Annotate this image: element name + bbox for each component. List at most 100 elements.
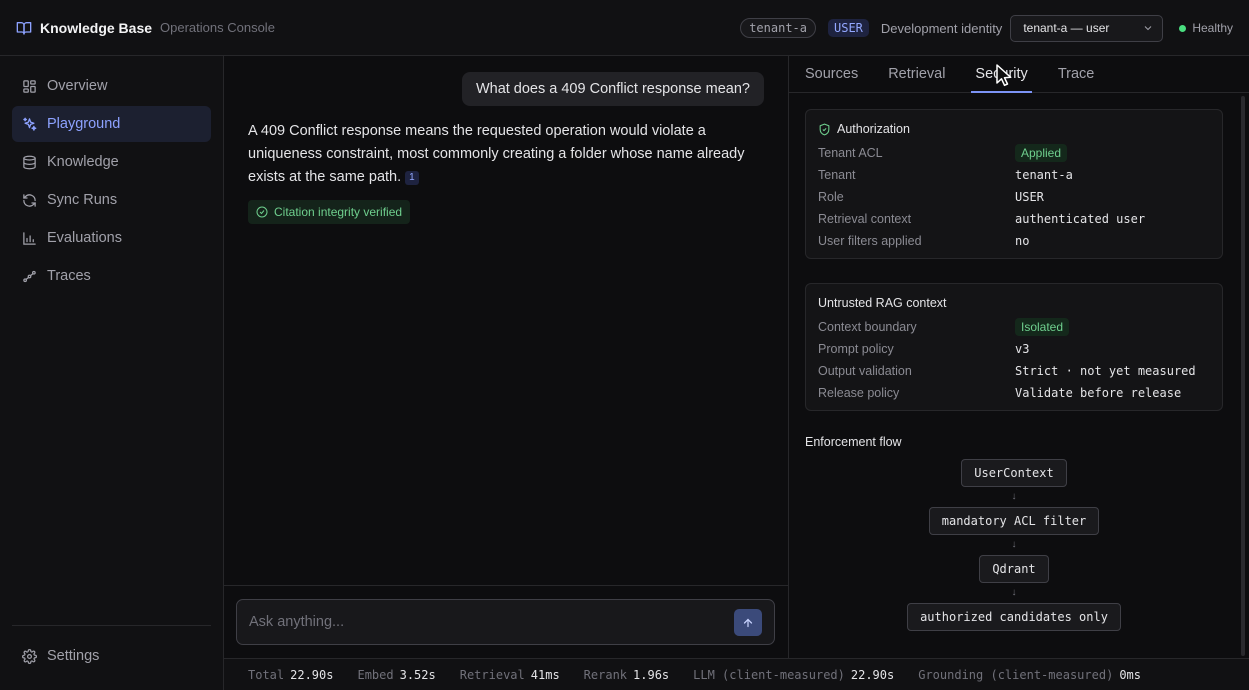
sidebar-item-label: Settings (47, 648, 100, 664)
bar-chart-icon (23, 231, 36, 245)
enforcement-flow-title: Enforcement flow (805, 435, 902, 449)
send-button[interactable] (734, 609, 762, 636)
sidebar: Overview Playground Knowledge Sync Runs … (0, 56, 224, 690)
identity-select-value: tenant-a — user (1023, 21, 1110, 35)
sidebar-item-overview[interactable]: Overview (12, 68, 211, 104)
row-key: User filters applied (818, 234, 922, 248)
chevron-down-icon (1144, 26, 1152, 31)
sidebar-item-label: Overview (47, 78, 108, 94)
citation-marker[interactable]: 1 (405, 171, 419, 185)
sidebar-item-sync-runs[interactable]: Sync Runs (12, 182, 211, 218)
user-message: What does a 409 Conflict response mean? (461, 72, 764, 106)
sidebar-item-evaluations[interactable]: Evaluations (12, 220, 211, 256)
card-title-text: Untrusted RAG context (818, 296, 947, 310)
metric-value: 3.52s (399, 667, 436, 682)
metric-label: Total (248, 667, 285, 682)
latency-metrics-bar: Total 22.90s Embed 3.52s Retrieval 41ms Rer… (224, 658, 1249, 690)
row-value: v3 (1015, 342, 1030, 356)
panel-scrollbar[interactable] (1241, 96, 1245, 656)
sidebar-item-label: Knowledge (47, 154, 119, 170)
row-value: Strict · not yet measured (1015, 364, 1196, 378)
rag-context-card: Untrusted RAG context Context boundary Is… (805, 283, 1223, 411)
rag-row-output-validation: Output validation Strict · not yet measur… (818, 360, 1210, 382)
grid-icon (23, 79, 36, 93)
arrow-up-icon (743, 618, 753, 627)
row-key: Role (818, 190, 844, 204)
refresh-icon (23, 193, 36, 207)
row-value: Validate before release (1015, 386, 1182, 400)
flow-node-user-context: UserContext (961, 459, 1067, 487)
row-key: Prompt policy (818, 342, 894, 356)
sidebar-item-settings[interactable]: Settings (12, 638, 211, 674)
sparkles-icon (23, 117, 37, 131)
auth-row-tenant-acl: Tenant ACL Applied (818, 142, 1210, 164)
chat-area: What does a 409 Conflict response mean? … (224, 56, 788, 658)
metric-value: 1.96s (633, 667, 670, 682)
row-key: Retrieval context (818, 212, 912, 226)
tab-retrieval[interactable]: Retrieval (888, 56, 945, 92)
row-key: Output validation (818, 364, 912, 378)
sidebar-nav: Overview Playground Knowledge Sync Runs … (0, 56, 223, 308)
rag-context-title: Untrusted RAG context (818, 296, 1210, 310)
sidebar-item-playground[interactable]: Playground (12, 106, 211, 142)
rag-row-prompt-policy: Prompt policy v3 (818, 338, 1210, 360)
gear-icon (22, 648, 37, 664)
metric-value: 22.90s (290, 667, 334, 682)
arrow-down-icon: ↓ (1011, 491, 1017, 502)
identity-label: Development identity (880, 20, 1003, 36)
composer (236, 599, 775, 645)
identity-select[interactable]: tenant-a — user (1010, 14, 1164, 42)
verified-label: Citation integrity verified (274, 205, 403, 219)
sidebar-item-label: Sync Runs (47, 192, 118, 208)
book-open-icon (16, 21, 32, 35)
shield-check-icon (819, 123, 830, 135)
arrow-down-icon: ↓ (1011, 539, 1017, 550)
enforcement-flow: UserContext ↓ mandatory ACL filter ↓ Qdr… (805, 459, 1223, 631)
metric-embed: Embed 3.52s (357, 668, 435, 682)
database-icon (23, 155, 36, 169)
tenant-pill: tenant-a (740, 18, 816, 38)
row-key: Context boundary (818, 320, 917, 334)
brand[interactable]: Knowledge Base Operations Console (16, 20, 275, 36)
metric-label: Grounding (client-measured) (918, 667, 1114, 682)
sidebar-item-knowledge[interactable]: Knowledge (12, 144, 211, 180)
metric-total: Total 22.90s (248, 668, 333, 682)
auth-row-user-filters: User filters applied no (818, 230, 1210, 252)
metric-label: Retrieval (459, 667, 525, 682)
auth-row-retrieval-context: Retrieval context authenticated user (818, 208, 1210, 230)
metric-label: LLM (client-measured) (693, 667, 845, 682)
answer-text: A 409 Conflict response means the reques… (248, 123, 745, 185)
metric-value: 41ms (530, 667, 560, 682)
authorization-card: Authorization Tenant ACL Applied Tenant te… (805, 109, 1223, 259)
sidebar-item-label: Traces (47, 268, 91, 284)
row-value: no (1015, 234, 1030, 248)
metric-value: 0ms (1119, 667, 1141, 682)
authorization-title: Authorization (818, 122, 1210, 136)
rag-row-boundary: Context boundary Isolated (818, 316, 1210, 338)
metric-label: Embed (357, 667, 394, 682)
tab-sources[interactable]: Sources (805, 56, 858, 92)
row-value: authenticated user (1015, 212, 1146, 226)
metric-label: Rerank (583, 667, 628, 682)
flow-node-acl-filter: mandatory ACL filter (928, 507, 1100, 535)
app-subtitle: Operations Console (160, 20, 275, 35)
auth-row-role: Role USER (818, 186, 1210, 208)
check-circle-icon (256, 206, 268, 218)
app-title: Knowledge Base (40, 19, 153, 36)
tab-trace[interactable]: Trace (1058, 56, 1095, 92)
citation-verified-badge: Citation integrity verified (248, 200, 411, 224)
inspector-tabs: Sources Retrieval Security Trace (789, 56, 1249, 93)
sidebar-footer: Settings (12, 625, 211, 676)
card-title-text: Authorization (837, 122, 910, 136)
arrow-down-icon: ↓ (1011, 587, 1017, 598)
health-label: Healthy (1192, 21, 1233, 35)
sidebar-item-traces[interactable]: Traces (12, 258, 211, 294)
health-status: Healthy (1179, 21, 1233, 35)
status-badge: Isolated (1015, 318, 1070, 336)
chat-input[interactable] (249, 611, 709, 633)
status-badge: Applied (1015, 144, 1068, 162)
sidebar-item-label: Evaluations (47, 230, 122, 246)
role-pill: USER (828, 19, 869, 37)
metric-value: 22.90s (850, 667, 895, 682)
row-value: tenant-a (1015, 168, 1073, 182)
